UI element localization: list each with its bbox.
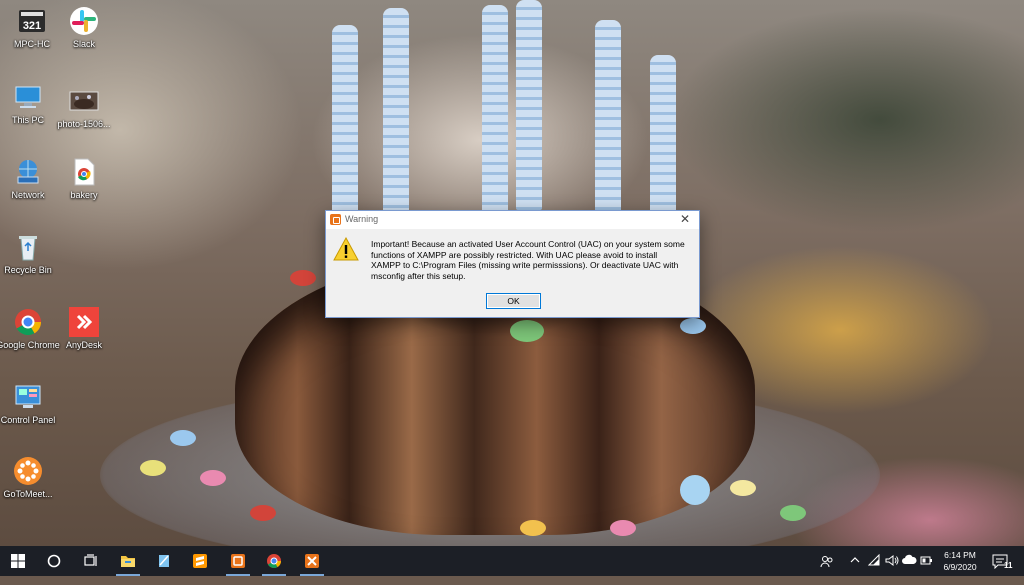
photo-thumbnail-icon (69, 86, 99, 116)
task-view-button[interactable] (72, 546, 108, 576)
svg-text:321: 321 (23, 20, 41, 32)
wallpaper-candy (140, 460, 166, 476)
dialog-message: Important! Because an activated User Acc… (371, 239, 685, 281)
desktop-icon-label: AnyDesk (65, 340, 102, 350)
taskbar-sublime-text[interactable] (182, 546, 218, 576)
dialog-body: Important! Because an activated User Acc… (326, 229, 699, 317)
taskbar-xampp[interactable] (220, 546, 256, 576)
desktop-icon-label: bakery (70, 190, 98, 200)
desktop-icon-label: Slack (72, 39, 95, 49)
wallpaper-candle (595, 20, 621, 215)
gotomeeting-icon (13, 456, 43, 486)
anydesk-icon (69, 307, 99, 337)
wallpaper-candy (200, 470, 226, 486)
desktop-icon-label: Network (11, 190, 45, 200)
network-icon (13, 157, 43, 187)
wallpaper-candy (510, 320, 544, 342)
desktop-icon-label: This PC (11, 115, 44, 125)
people-button[interactable] (820, 554, 836, 584)
desktop-icon-anydesk[interactable]: AnyDesk (52, 307, 116, 351)
notepad-icon (159, 555, 169, 567)
volume-icon (885, 555, 899, 566)
control-panel-icon (13, 382, 43, 412)
task-view-icon (84, 554, 97, 566)
wallpaper-candy (610, 520, 636, 536)
wallpaper-candy (680, 475, 710, 505)
wallpaper-candy (250, 505, 276, 521)
taskbar-file-explorer[interactable] (110, 546, 146, 576)
sublime-text-icon (193, 554, 207, 568)
chrome-icon (267, 554, 281, 568)
this-pc-icon (13, 82, 43, 112)
wallpaper-candle (650, 55, 676, 215)
desktop-icon-recycle-bin[interactable]: Recycle Bin (0, 232, 60, 276)
cortana-search-button[interactable] (36, 546, 72, 576)
xampp-icon (330, 214, 341, 225)
wallpaper-candle (332, 25, 358, 215)
taskbar-chrome[interactable] (256, 546, 292, 576)
wallpaper-candle (516, 0, 542, 210)
desktop-icon-label: Recycle Bin (4, 265, 52, 275)
desktop-icon-network[interactable]: Network (0, 157, 60, 201)
wallpaper-candy (520, 520, 546, 536)
desktop-icon-photo[interactable]: photo-1506... (52, 86, 116, 130)
cloud-icon (902, 554, 917, 564)
notification-count-badge: 11 (1004, 561, 1013, 570)
network-icon (867, 553, 880, 566)
start-icon (11, 554, 25, 568)
chrome-icon (13, 307, 43, 337)
volume-button[interactable] (885, 554, 899, 584)
cloud-button[interactable] (902, 554, 918, 584)
dialog-title: Warning (345, 214, 379, 224)
desktop-icon-google-chrome[interactable]: Google Chrome (0, 307, 60, 351)
chevron-up-icon (850, 557, 860, 563)
wallpaper-candy (170, 430, 196, 446)
battery-button[interactable] (920, 555, 934, 585)
show-hidden-icons-button[interactable] (850, 555, 862, 585)
taskbar: 6:14 PM 6/9/2020 11 (0, 546, 1024, 576)
wallpaper-candy (290, 270, 316, 286)
desktop-icon-label: Control Panel (0, 415, 56, 425)
xampp-installer-icon (305, 554, 319, 568)
warning-icon (333, 236, 359, 266)
recycle-bin-icon (13, 232, 43, 262)
desktop-icon-label: photo-1506... (57, 119, 111, 129)
wallpaper-candy (730, 480, 756, 496)
taskbar-xampp-installer[interactable] (294, 546, 330, 576)
desktop-icon-slack[interactable]: Slack (52, 6, 116, 50)
people-icon (820, 556, 833, 568)
desktop-icon-bakery[interactable]: bakery (52, 157, 116, 201)
mpc-hc-icon: 321 (17, 6, 47, 36)
desktop-icon-this-pc[interactable]: This PC (0, 82, 60, 126)
network-tray-button[interactable] (867, 553, 882, 584)
clock-time: 6:14 PM (944, 550, 976, 560)
close-icon[interactable]: ✕ (671, 211, 699, 229)
action-center-button[interactable]: 11 (992, 551, 1018, 581)
clock-date: 6/9/2020 (943, 562, 977, 572)
taskbar-notepad[interactable] (146, 546, 182, 576)
start-button[interactable] (0, 546, 36, 576)
wallpaper-candy (780, 505, 806, 521)
file-explorer-icon (121, 556, 135, 567)
xampp-icon (231, 554, 245, 568)
wallpaper-candle (482, 5, 508, 215)
desktop-icon-gotomeeting[interactable]: GoToMeet... (0, 456, 60, 500)
cortana-search-icon (47, 554, 61, 568)
wallpaper-candy (680, 318, 706, 334)
dialog-title-bar[interactable]: Warning ✕ (326, 211, 699, 229)
warning-dialog: Warning ✕ Important! Because an activate… (325, 210, 700, 318)
desktop-icon-label: GoToMeet... (3, 489, 53, 499)
wallpaper-candle (383, 8, 409, 213)
taskbar-clock[interactable]: 6:14 PM 6/9/2020 (936, 549, 984, 573)
chrome-file-icon (69, 157, 99, 187)
ok-button[interactable]: OK (486, 293, 541, 309)
slack-icon (69, 6, 99, 36)
desktop-icon-label: Google Chrome (0, 340, 60, 350)
battery-icon (920, 556, 932, 565)
desktop-icon-control-panel[interactable]: Control Panel (0, 382, 60, 426)
